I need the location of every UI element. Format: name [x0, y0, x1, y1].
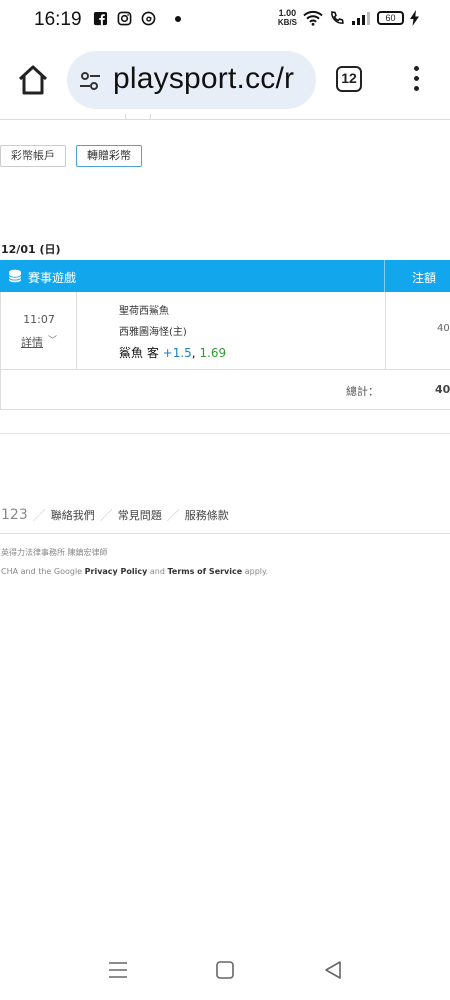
signal-icon — [352, 12, 370, 25]
net-speed-unit: KB/S — [277, 18, 297, 27]
total-value: 400 — [435, 383, 450, 396]
home-nav-icon[interactable] — [214, 959, 236, 981]
instagram-icon — [117, 11, 132, 26]
table-header: 賽事遊戲 注額 — [0, 260, 450, 292]
pick-team: 鯊魚 客 — [119, 346, 159, 360]
notification-dot — [175, 15, 181, 22]
recaptcha-notice: CHA and the Google Privacy Policy and Te… — [1, 567, 268, 576]
captcha-and: and — [149, 567, 165, 576]
net-speed-value: 1.00 — [278, 8, 297, 18]
footer-link-123[interactable]: 123 — [1, 507, 28, 523]
footer-link-faq[interactable]: 常見問題 — [118, 507, 162, 523]
battery-icon: 60 — [377, 11, 404, 25]
system-nav-bar — [0, 950, 450, 990]
charging-icon — [410, 10, 419, 26]
footer-separator: ／ — [32, 509, 46, 524]
header-game-cell: 賽事遊戲 — [0, 260, 385, 292]
notification-icons — [93, 11, 181, 26]
footer-divider — [0, 533, 450, 534]
url-text[interactable]: playsport.cc/r — [113, 62, 294, 96]
pick-odds: 1.69 — [199, 346, 227, 360]
captcha-prefix: CHA and the Google — [1, 567, 83, 576]
more-vert-icon[interactable] — [409, 64, 423, 94]
time-cell: 11:07 詳情 ﹀ — [1, 292, 77, 369]
tab-coin-account[interactable]: 彩幣帳戶 — [0, 145, 66, 167]
footer-links: 123 ／ 聯絡我們 ／ 常見問題 ／ 服務條款 — [1, 505, 229, 525]
match-cell: 聖荷西鯊魚 西雅圖海怪(主) 鯊魚 客 +1.5, 1.69 — [77, 292, 386, 369]
privacy-policy-link[interactable]: Privacy Policy — [85, 567, 148, 576]
bet-pick: 鯊魚 客 +1.5, 1.69 — [119, 346, 227, 360]
back-icon[interactable] — [322, 959, 344, 981]
chevron-down-icon[interactable]: ﹀ — [48, 333, 57, 346]
captcha-apply: apply. — [244, 567, 269, 576]
facebook-icon — [93, 11, 108, 26]
url-bar[interactable]: playsport.cc/r — [67, 51, 316, 109]
detail-link[interactable]: 詳情 — [21, 334, 43, 350]
call-icon — [331, 11, 344, 24]
threads-icon — [141, 11, 156, 26]
bet-amount: 400 — [437, 323, 450, 334]
wallet-tabs: 彩幣帳戶 轉贈彩幣 — [0, 145, 142, 167]
menu-icon[interactable] — [107, 959, 129, 981]
footer-link-terms[interactable]: 服務條款 — [185, 507, 229, 523]
bet-date: 12/01 (日) — [1, 243, 61, 256]
status-time: 16:19 — [34, 9, 82, 30]
home-icon[interactable] — [14, 62, 52, 98]
footer-separator: ／ — [166, 509, 180, 524]
status-bar: 16:19 1.00 KB/S 60 — [0, 0, 450, 40]
table-row: 11:07 詳情 ﹀ 聖荷西鯊魚 西雅圖海怪(主) 鯊魚 客 +1.5, 1.6… — [0, 292, 450, 370]
tune-icon[interactable] — [79, 72, 101, 90]
bets-table: 賽事遊戲 注額 11:07 詳情 ﹀ 聖荷西鯊魚 西雅圖海怪(主) 鯊魚 客 +… — [0, 260, 450, 410]
pick-handicap: +1.5 — [162, 346, 192, 360]
system-icons: 1.00 KB/S 60 — [278, 9, 419, 27]
total-label: 總計： — [346, 385, 379, 398]
team-home: 西雅圖海怪(主) — [119, 327, 187, 338]
team-away: 聖荷西鯊魚 — [119, 306, 169, 317]
header-game-label: 賽事遊戲 — [28, 271, 77, 285]
law-firm-text: 英得力法律事務所 陳鎮宏律師 — [1, 548, 108, 557]
browser-toolbar: playsport.cc/r 12 — [0, 48, 450, 112]
section-divider — [0, 433, 450, 434]
wifi-icon — [303, 10, 323, 26]
terms-of-service-link[interactable]: Terms of Service — [168, 567, 243, 576]
footer-link-contact[interactable]: 聯絡我們 — [51, 507, 95, 523]
tabs-icon[interactable]: 12 — [336, 66, 362, 92]
database-icon — [8, 269, 22, 283]
total-row: 總計： 400 — [0, 370, 450, 410]
bet-time: 11:07 — [23, 313, 55, 326]
net-speed: 1.00 KB/S — [277, 8, 297, 28]
tab-transfer-coins[interactable]: 轉贈彩幣 — [76, 145, 142, 167]
toolbar-divider — [0, 119, 450, 120]
footer-separator: ／ — [99, 509, 113, 524]
partial-tab-edge — [125, 114, 151, 120]
header-amount-label: 注額 — [412, 271, 437, 285]
